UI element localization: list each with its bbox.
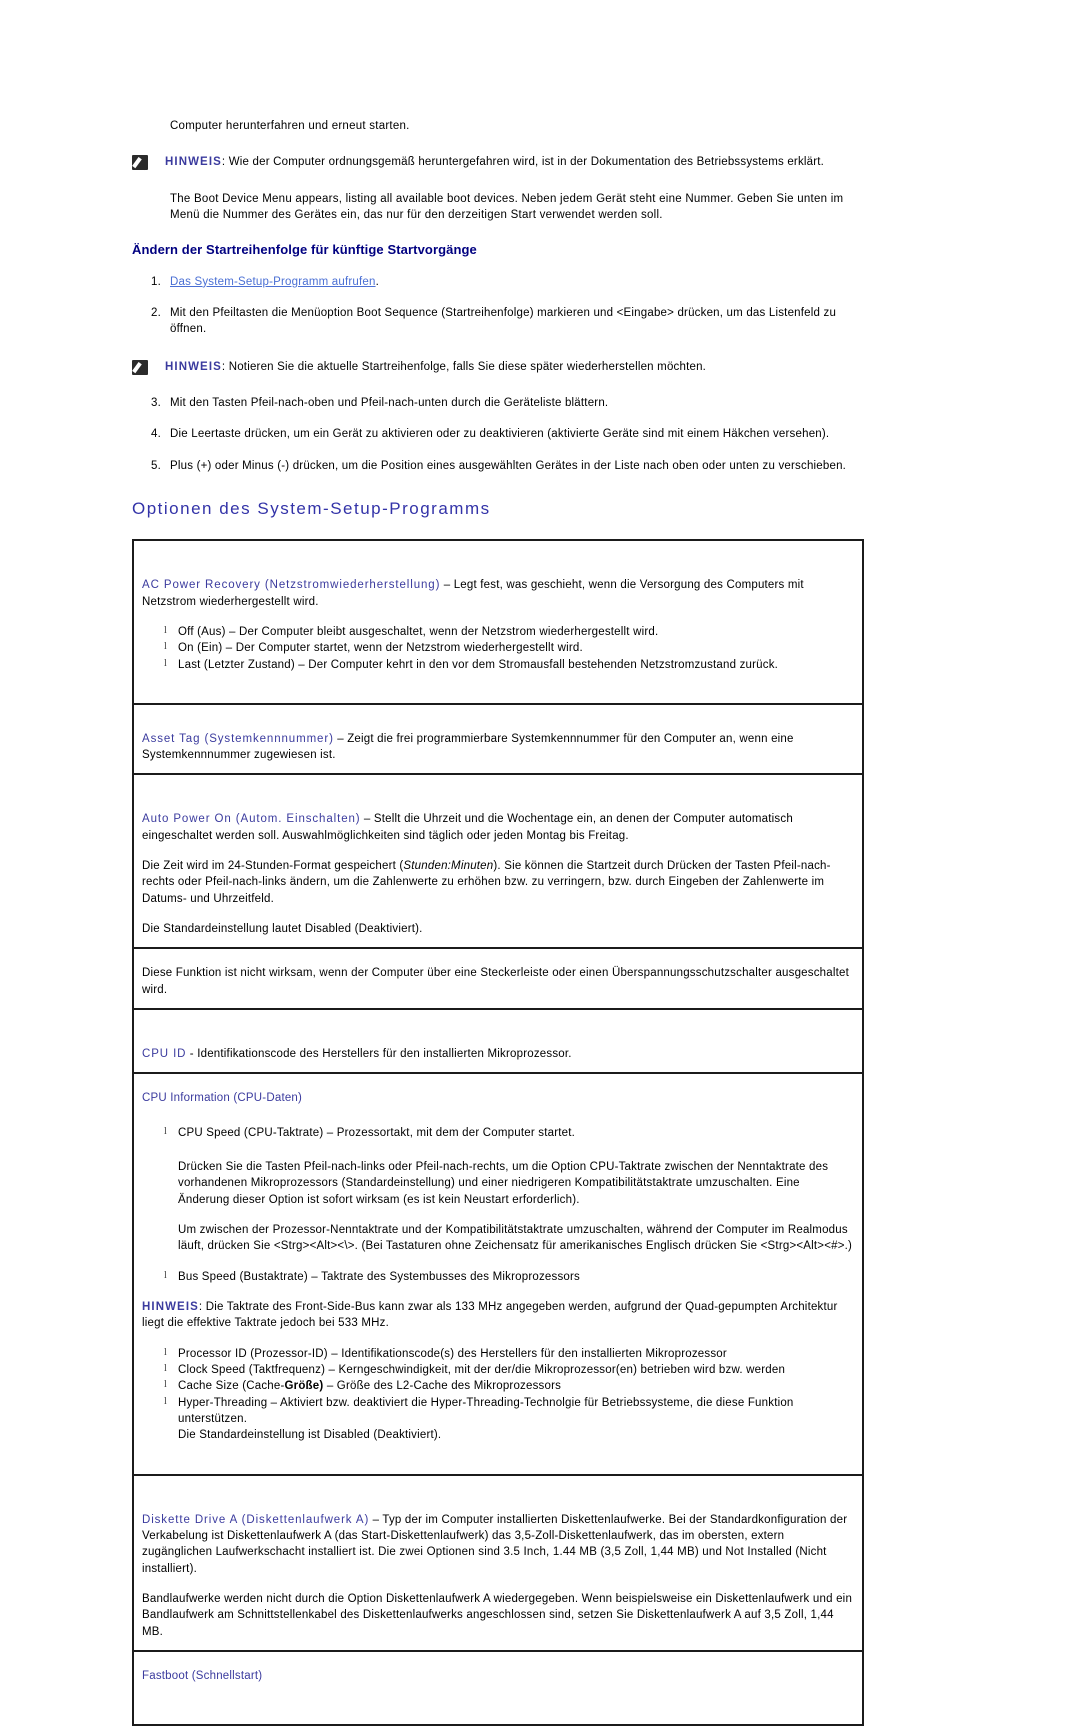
step-item-4: 4. Die Leertaste drücken, um ein Gerät z… bbox=[132, 426, 864, 442]
system-setup-options-table: AC Power Recovery (Netzstromwiederherste… bbox=[132, 539, 864, 1726]
cell-auto-power-on-surge: Diese Funktion ist nicht wirksam, wenn d… bbox=[134, 949, 862, 1008]
list-item: Clock Speed (Taktfrequenz) – Kerngeschwi… bbox=[142, 1362, 854, 1378]
cell-cpu-information: CPU Information (CPU-Daten) CPU Speed (C… bbox=[134, 1074, 862, 1473]
step-2-text: Mit den Pfeiltasten die Menüoption Boot … bbox=[170, 307, 837, 336]
note-record-boot-sequence: HINWEIS: Notieren Sie die aktuelle Start… bbox=[132, 359, 864, 375]
list-item: Cache Size (Cache-Größe) – Größe des L2-… bbox=[142, 1378, 854, 1394]
table-row-diskette-drive-a: Diskette Drive A (Diskettenlaufwerk A) –… bbox=[133, 1473, 863, 1652]
table-row-ac-power-recovery: AC Power Recovery (Netzstromwiederherste… bbox=[133, 540, 863, 705]
document-page: Computer herunterfahren und erneut start… bbox=[0, 0, 1080, 1726]
bus-speed-list: Bus Speed (Bustaktrate) – Taktrate des S… bbox=[142, 1269, 854, 1285]
cell-diskette-drive-a: Diskette Drive A (Diskettenlaufwerk A) –… bbox=[134, 1476, 862, 1650]
cell-fastboot: Fastboot (Schnellstart) bbox=[134, 1652, 862, 1724]
step-item-2: 2. Mit den Pfeiltasten die Menüoption Bo… bbox=[132, 305, 864, 338]
step-number: 5. bbox=[151, 459, 161, 472]
cache-size-prefix: Cache Size (Cache- bbox=[178, 1380, 285, 1393]
cpu-speed-switch-text-1: Drücken Sie die Tasten Pfeil-nach-links … bbox=[178, 1161, 829, 1206]
table-row-auto-power-on: Auto Power On (Autom. Einschalten) – Ste… bbox=[133, 773, 863, 950]
list-item: Bus Speed (Bustaktrate) – Taktrate des S… bbox=[142, 1269, 854, 1285]
note-record-text: : Notieren Sie die aktuelle Startreihenf… bbox=[221, 360, 707, 373]
cell-asset-tag: Asset Tag (Systemkennnummer) – Zeigt die… bbox=[134, 705, 862, 774]
step-item-1: 1. Das System-Setup-Programm aufrufen. bbox=[132, 274, 864, 290]
step-5-text: Plus (+) oder Minus (-) drücken, um die … bbox=[170, 459, 847, 472]
diskette-drive-a-paragraph: Diskette Drive A (Diskettenlaufwerk A) –… bbox=[142, 1512, 854, 1577]
auto-power-on-term: Auto Power On (Autom. Einschalten) bbox=[142, 813, 361, 826]
asset-tag-paragraph: Asset Tag (Systemkennnummer) – Zeigt die… bbox=[142, 731, 854, 764]
cpu-speed-list: CPU Speed (CPU-Taktrate) – Prozessortakt… bbox=[142, 1125, 854, 1141]
boot-sequence-steps-bottom: 3. Mit den Tasten Pfeil-nach-oben und Pf… bbox=[132, 395, 864, 474]
ac-power-recovery-options-list: Off (Aus) – Der Computer bleibt ausgesch… bbox=[142, 624, 854, 673]
asset-tag-term: Asset Tag (Systemkennnummer) bbox=[142, 732, 334, 745]
cpu-speed-switch-block-1: Drücken Sie die Tasten Pfeil-nach-links … bbox=[178, 1159, 854, 1208]
list-item: Hyper-Threading – Aktiviert bzw. deaktiv… bbox=[142, 1395, 854, 1428]
auto-power-on-surge-text: Diese Funktion ist nicht wirksam, wenn d… bbox=[142, 967, 850, 996]
list-item: Off (Aus) – Der Computer bleibt ausgesch… bbox=[142, 624, 854, 640]
cache-size-bold: Größe) bbox=[284, 1380, 324, 1393]
note-label: HINWEIS bbox=[165, 156, 222, 169]
step-number: 3. bbox=[151, 397, 161, 410]
step-number: 4. bbox=[151, 428, 161, 441]
note-pencil-icon bbox=[132, 359, 148, 375]
auto-power-on-paragraph: Auto Power On (Autom. Einschalten) – Ste… bbox=[142, 811, 854, 844]
note-label: HINWEIS bbox=[142, 1301, 199, 1314]
cpu-information-term: CPU Information (CPU-Daten) bbox=[142, 1092, 303, 1105]
section-subheading: Ändern der Startreihenfolge für künftige… bbox=[132, 242, 477, 258]
step-number: 2. bbox=[151, 307, 161, 320]
table-row-asset-tag: Asset Tag (Systemkennnummer) – Zeigt die… bbox=[133, 702, 863, 776]
system-setup-program-link[interactable]: Das System-Setup-Programm aufrufen bbox=[170, 276, 376, 288]
list-item: On (Ein) – Der Computer startet, wenn de… bbox=[142, 640, 854, 656]
step-number: 1. bbox=[151, 275, 161, 288]
step-item-5: 5. Plus (+) oder Minus (-) drücken, um d… bbox=[132, 458, 864, 474]
note-record-body: HINWEIS: Notieren Sie die aktuelle Start… bbox=[165, 359, 864, 375]
boot-device-menu-paragraph: The Boot Device Menu appears, listing al… bbox=[170, 192, 844, 221]
table-row-fastboot: Fastboot (Schnellstart) bbox=[133, 1649, 863, 1726]
step-4-text: Die Leertaste drücken, um ein Gerät zu a… bbox=[170, 428, 830, 441]
cell-cpu-id: CPU ID - Identifikationscode des Herstel… bbox=[134, 1010, 862, 1072]
cpu-information-detail-list: Processor ID (Prozessor-ID) – Identifika… bbox=[142, 1346, 854, 1444]
diskette-drive-a-tape-text: Bandlaufwerke werden nicht durch die Opt… bbox=[142, 1593, 853, 1638]
auto-power-on-time-format: Die Zeit wird im 24-Stunden-Format gespe… bbox=[142, 858, 854, 907]
note-shutdown: HINWEIS: Wie der Computer ordnungsgemäß … bbox=[132, 154, 864, 171]
list-item: Processor ID (Prozessor-ID) – Identifika… bbox=[142, 1346, 854, 1362]
note-shutdown-body: HINWEIS: Wie der Computer ordnungsgemäß … bbox=[165, 154, 864, 170]
cell-ac-power-recovery: AC Power Recovery (Netzstromwiederherste… bbox=[134, 541, 862, 703]
cpu-speed-switch-block-2: Um zwischen der Prozessor-Nenntaktrate u… bbox=[178, 1222, 854, 1255]
note-pencil-icon bbox=[132, 155, 148, 171]
table-row-auto-power-on-surge: Diese Funktion ist nicht wirksam, wenn d… bbox=[133, 947, 863, 1011]
page-title: Optionen des System-Setup-Programms bbox=[132, 499, 491, 519]
cpu-id-desc: - Identifikationscode des Herstellers fü… bbox=[186, 1048, 572, 1061]
note-shutdown-text: : Wie der Computer ordnungsgemäß herunte… bbox=[221, 156, 825, 169]
cell-auto-power-on: Auto Power On (Autom. Einschalten) – Ste… bbox=[134, 775, 862, 947]
ac-power-recovery-term: AC Power Recovery (Netzstromwiederherste… bbox=[142, 579, 441, 592]
auto-power-on-default: Die Standardeinstellung lautet Disabled … bbox=[142, 923, 423, 936]
list-item: Last (Letzter Zustand) – Der Computer ke… bbox=[142, 657, 854, 673]
cpu-front-side-bus-note-text: : Die Taktrate des Front-Side-Bus kann z… bbox=[142, 1301, 838, 1330]
ac-power-recovery-paragraph: AC Power Recovery (Netzstromwiederherste… bbox=[142, 577, 854, 610]
time-format-emphasis: Stunden:Minuten bbox=[403, 860, 494, 873]
cache-size-suffix: – Größe des L2-Cache des Mikroprozessors bbox=[323, 1380, 562, 1393]
page-content: Computer herunterfahren und erneut start… bbox=[132, 118, 864, 1726]
diskette-drive-a-term: Diskette Drive A (Diskettenlaufwerk A) bbox=[142, 1513, 370, 1526]
cpu-id-paragraph: CPU ID - Identifikationscode des Herstel… bbox=[142, 1046, 854, 1062]
note-label: HINWEIS bbox=[165, 360, 222, 373]
cpu-speed-switch-text-2: Um zwischen der Prozessor-Nenntaktrate u… bbox=[178, 1224, 853, 1253]
cpu-front-side-bus-note: HINWEIS: Die Taktrate des Front-Side-Bus… bbox=[142, 1299, 854, 1332]
step-item-3: 3. Mit den Tasten Pfeil-nach-oben und Pf… bbox=[132, 395, 864, 411]
cpu-id-term: CPU ID bbox=[142, 1048, 187, 1061]
list-item: CPU Speed (CPU-Taktrate) – Prozessortakt… bbox=[142, 1125, 854, 1141]
boot-sequence-steps-top: 1. Das System-Setup-Programm aufrufen. 2… bbox=[132, 274, 864, 338]
time-format-prefix: Die Zeit wird im 24-Stunden-Format gespe… bbox=[142, 860, 404, 873]
shutdown-instruction: Computer herunterfahren und erneut start… bbox=[170, 120, 410, 132]
step-3-text: Mit den Tasten Pfeil-nach-oben und Pfeil… bbox=[170, 397, 609, 410]
fastboot-term: Fastboot (Schnellstart) bbox=[142, 1669, 263, 1682]
table-row-cpu-information: CPU Information (CPU-Daten) CPU Speed (C… bbox=[133, 1072, 863, 1476]
table-row-cpu-id: CPU ID - Identifikationscode des Herstel… bbox=[133, 1008, 863, 1075]
list-item-continuation: Die Standardeinstellung ist Disabled (De… bbox=[178, 1429, 442, 1442]
step-1-suffix: . bbox=[375, 275, 379, 288]
